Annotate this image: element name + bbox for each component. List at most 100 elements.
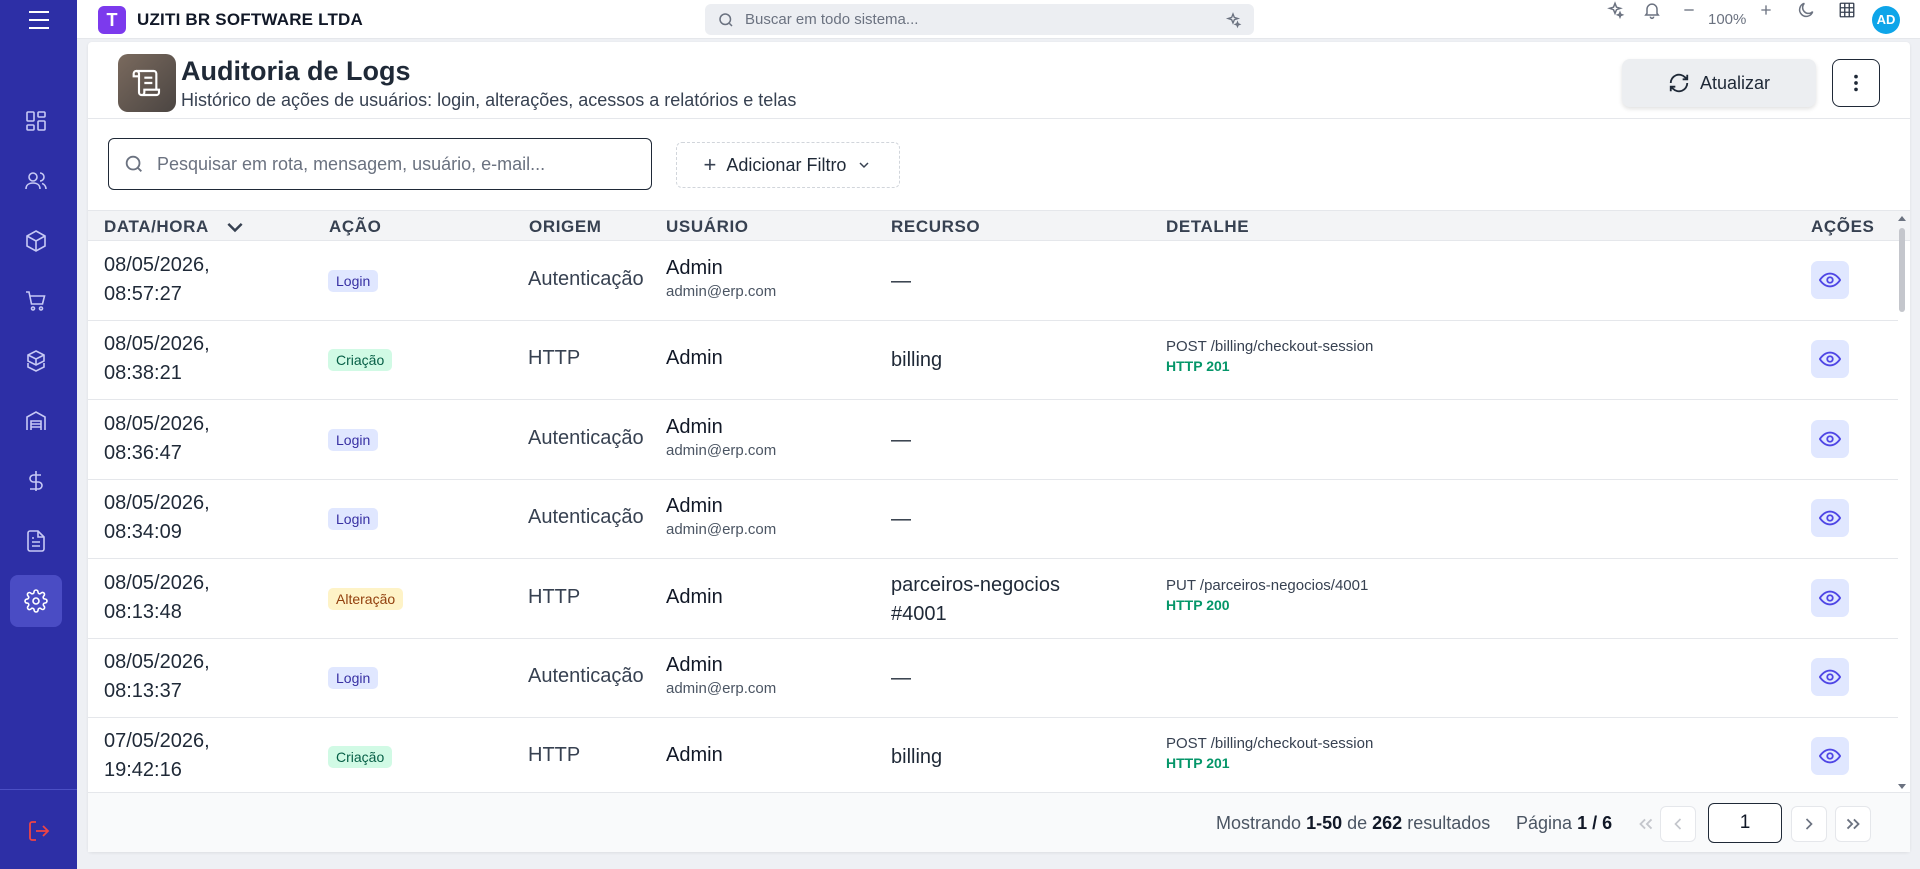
- gear-icon: [24, 589, 48, 613]
- next-page-button[interactable]: [1791, 806, 1827, 842]
- eye-icon: [1819, 272, 1841, 288]
- cart-icon: [26, 291, 46, 311]
- row-user: Admin: [666, 744, 723, 767]
- pagination-footer: Mostrando 1-50 de 262 resultados Página …: [88, 792, 1910, 852]
- scroll-down-arrow[interactable]: [1898, 784, 1906, 789]
- scroll-up-arrow[interactable]: [1898, 216, 1906, 221]
- row-detail-route: POST /billing/checkout-session: [1166, 338, 1374, 356]
- sidebar-item-warehouse[interactable]: [10, 395, 62, 447]
- sidebar-item-products[interactable]: [10, 215, 62, 267]
- row-datetime: 08/05/2026, 08:38:21: [104, 333, 210, 385]
- column-header-resource[interactable]: RECURSO: [891, 217, 980, 237]
- sidebar-item-users[interactable]: [10, 155, 62, 207]
- sidebar-item-sales[interactable]: [10, 275, 62, 327]
- refresh-icon: [1669, 73, 1689, 93]
- view-details-button[interactable]: [1811, 578, 1849, 617]
- view-details-button[interactable]: [1811, 499, 1849, 538]
- row-datetime: 08/05/2026, 08:57:27: [104, 254, 210, 305]
- table-row[interactable]: 08/05/2026, 08:13:37 Login Autenticação Admi…: [88, 638, 1898, 718]
- moon-icon[interactable]: [1796, 0, 1816, 20]
- table-row[interactable]: 08/05/2026, 08:34:09 Login Autenticação Admi…: [88, 479, 1898, 560]
- ai-sparkle-icon[interactable]: [1605, 0, 1625, 20]
- bell-icon[interactable]: [1642, 0, 1662, 20]
- row-user: Admin: [666, 415, 723, 438]
- refresh-button[interactable]: Atualizar: [1622, 59, 1816, 107]
- row-user: Admin: [666, 585, 723, 608]
- first-page-button[interactable]: [1628, 806, 1664, 842]
- sidebar-item-settings[interactable]: [10, 575, 62, 627]
- sidebar-item-reports[interactable]: [10, 515, 62, 567]
- action-badge: Alteração: [328, 587, 404, 610]
- column-header-action[interactable]: AÇÃO: [329, 217, 381, 237]
- column-header-user[interactable]: USUÁRIO: [666, 217, 749, 237]
- row-detail-route: POST /billing/checkout-session: [1166, 735, 1374, 753]
- chevrons-right-icon: [1846, 818, 1860, 830]
- table-body: 08/05/2026, 08:57:27 Login Autenticação Admi…: [88, 241, 1898, 791]
- row-origin: HTTP: [528, 744, 581, 767]
- dashboard-icon: [26, 111, 46, 131]
- row-origin: Autenticação: [528, 426, 644, 449]
- row-detail-status: HTTP 200: [1166, 596, 1230, 613]
- results-summary: Mostrando 1-50 de 262 resultados: [1216, 813, 1491, 833]
- zoom-out-button[interactable]: [1679, 0, 1699, 20]
- global-search[interactable]: Buscar em todo sistema...: [705, 4, 1254, 35]
- table-row[interactable]: 08/05/2026, 08:38:21 Criação HTTP Admin billi…: [88, 320, 1898, 401]
- column-header-detail[interactable]: DETALHE: [1166, 217, 1249, 237]
- avatar: AD: [1872, 5, 1900, 34]
- more-options-button[interactable]: [1832, 59, 1880, 107]
- table-scrollbar[interactable]: [1896, 214, 1908, 790]
- row-resource: —: [891, 270, 911, 292]
- sidebar-item-dashboard[interactable]: [10, 95, 62, 147]
- previous-page-button[interactable]: [1660, 806, 1696, 842]
- add-filter-label: Adicionar Filtro: [726, 154, 847, 175]
- column-header-origin[interactable]: ORIGEM: [529, 217, 602, 237]
- logout-icon[interactable]: [27, 819, 51, 843]
- row-resource: —: [891, 667, 911, 689]
- page-header: Auditoria de Logs Histórico de ações de …: [88, 42, 1910, 119]
- eye-icon: [1819, 590, 1841, 605]
- view-details-button[interactable]: [1811, 419, 1849, 458]
- table-row[interactable]: 08/05/2026, 08:13:48 Alteração HTTP Admin par…: [88, 559, 1898, 639]
- eye-icon: [1819, 749, 1841, 764]
- row-user: Admin: [666, 495, 723, 518]
- table-row[interactable]: 07/05/2026, 19:42:16 Criação HTTP Admin billi…: [88, 717, 1898, 791]
- refresh-label: Atualizar: [1699, 72, 1771, 93]
- user-avatar-button[interactable]: AD: [1872, 0, 1900, 39]
- sidebar-item-inventory[interactable]: [10, 335, 62, 387]
- last-page-button[interactable]: [1835, 806, 1871, 842]
- menu-toggle-button[interactable]: [0, 0, 77, 39]
- scroll-thumb[interactable]: [1899, 228, 1905, 312]
- view-details-button[interactable]: [1811, 737, 1849, 776]
- chevron-right-icon: [1805, 818, 1813, 830]
- row-datetime: 07/05/2026, 19:42:16: [104, 730, 210, 782]
- sidebar-item-finance[interactable]: [10, 455, 62, 507]
- action-badge: Criação: [328, 349, 393, 372]
- row-detail-route: PUT /parceiros-negocios/4001: [1166, 576, 1369, 594]
- view-details-button[interactable]: [1811, 658, 1849, 696]
- zoom-in-button[interactable]: [1756, 0, 1776, 20]
- row-resource: parceiros-negocios #4001: [891, 573, 1060, 625]
- action-badge: Login: [328, 508, 379, 531]
- chevron-down-icon: [859, 162, 869, 169]
- column-header-datetime[interactable]: DATA/HORA: [104, 217, 245, 237]
- view-details-button[interactable]: [1811, 261, 1849, 299]
- ai-sparkle-icon[interactable]: [1224, 11, 1242, 29]
- table-row[interactable]: 08/05/2026, 08:57:27 Login Autenticação Admi…: [88, 241, 1898, 321]
- row-user-email: admin@erp.com: [666, 441, 777, 459]
- chevron-left-icon: [1674, 818, 1682, 830]
- zoom-level: 100%: [1708, 11, 1747, 28]
- top-bar: T UZITI BR SOFTWARE LTDA Buscar em todo …: [0, 0, 1920, 39]
- action-badge: Login: [328, 270, 379, 292]
- row-resource: —: [891, 508, 911, 531]
- log-search-input[interactable]: [157, 153, 637, 175]
- add-filter-button[interactable]: + Adicionar Filtro: [676, 142, 900, 188]
- grid-apps-icon[interactable]: [1837, 0, 1857, 20]
- row-origin: HTTP: [528, 347, 581, 370]
- app-logo: T: [98, 6, 126, 34]
- table-row[interactable]: 08/05/2026, 08:36:47 Login Autenticação Admi…: [88, 400, 1898, 480]
- page-number-input[interactable]: [1708, 803, 1782, 843]
- chevron-down-icon[interactable]: [225, 221, 245, 235]
- page-indicator: Página 1 / 6: [1516, 813, 1613, 833]
- log-search-field[interactable]: [108, 138, 652, 190]
- view-details-button[interactable]: [1811, 340, 1849, 379]
